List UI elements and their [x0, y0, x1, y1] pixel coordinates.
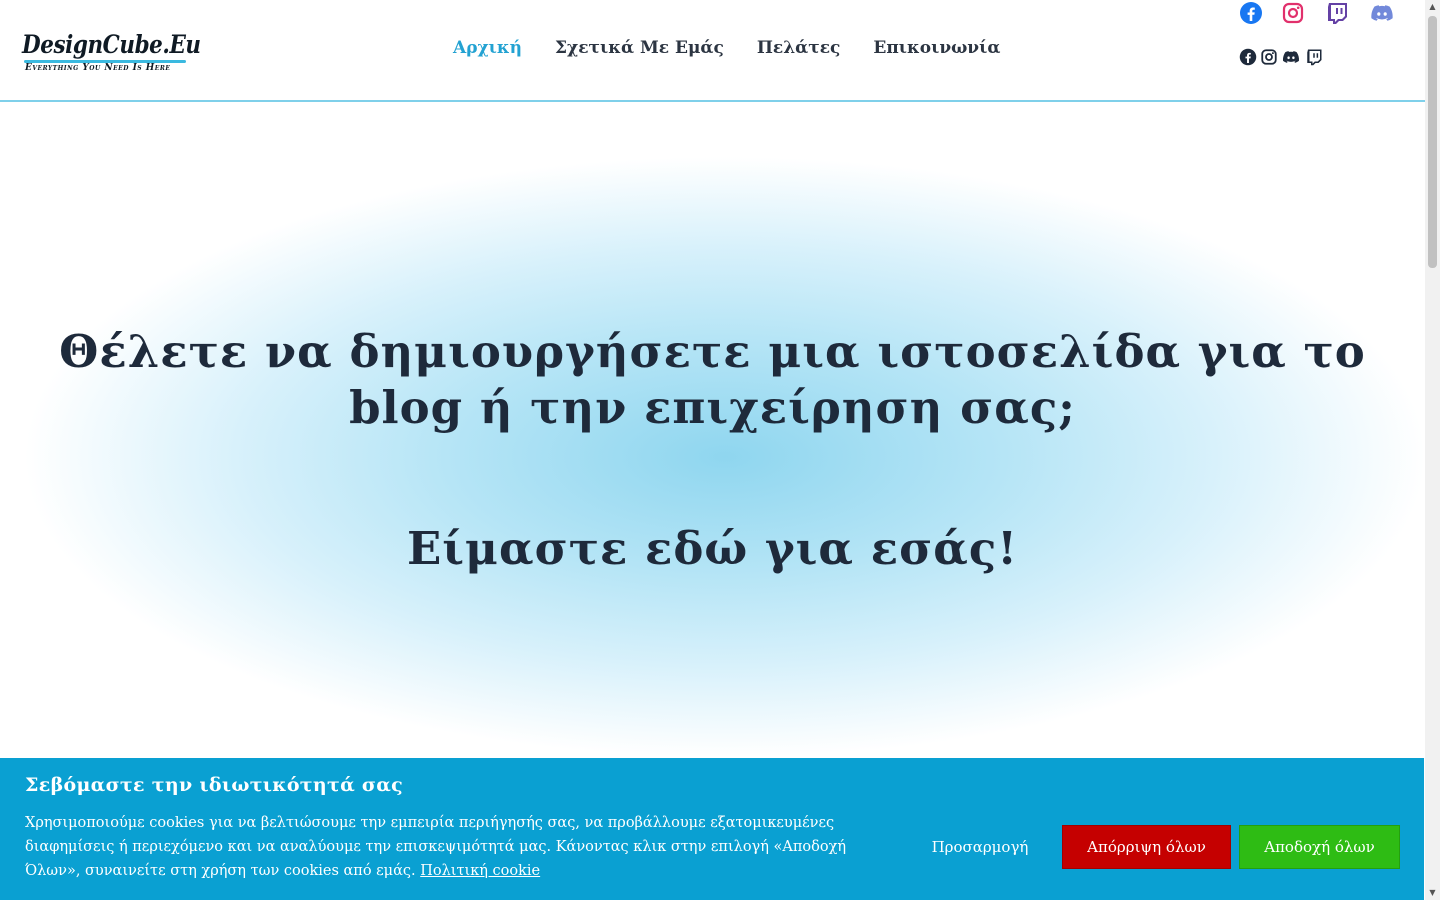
nav-item-home[interactable]: Αρχική — [453, 38, 522, 58]
hero-section: Θέλετε να δημιουργήσετε μια ιστοσελίδα γ… — [0, 102, 1425, 758]
discord-icon[interactable] — [1282, 48, 1300, 66]
hero-subtitle: Είμαστε εδώ για εσάς! — [406, 522, 1019, 575]
site-logo[interactable]: DesignCube.Eu Everything You Need Is Her… — [22, 30, 201, 76]
facebook-icon[interactable] — [1239, 48, 1257, 66]
reject-all-button[interactable]: Απόρριψη όλων — [1062, 825, 1231, 869]
twitch-icon[interactable] — [1325, 1, 1349, 25]
nav-item-about[interactable]: Σχετικά Με Εμάς — [555, 38, 724, 58]
instagram-icon[interactable] — [1260, 48, 1278, 66]
instagram-icon[interactable] — [1281, 1, 1305, 25]
scroll-up-arrow-icon[interactable]: ▲ — [1425, 0, 1440, 14]
hero-title-line1: Θέλετε να δημιουργήσετε μια ιστοσελίδα γ… — [59, 325, 1366, 378]
cookie-title: Σεβόμαστε την ιδιωτικότητά σας — [25, 774, 404, 796]
hero-title: Θέλετε να δημιουργήσετε μια ιστοσελίδα γ… — [0, 324, 1425, 436]
nav-item-clients[interactable]: Πελάτες — [757, 38, 841, 58]
facebook-icon[interactable] — [1239, 1, 1263, 25]
scroll-thumb[interactable] — [1428, 16, 1437, 268]
nav-item-contact[interactable]: Επικοινωνία — [873, 38, 1000, 58]
discord-icon[interactable] — [1370, 1, 1394, 25]
site-header: DesignCube.Eu Everything You Need Is Her… — [0, 0, 1425, 102]
cookie-consent-banner: Σεβόμαστε την ιδιωτικότητά σας Χρησιμοπο… — [0, 758, 1424, 900]
cookie-policy-link[interactable]: Πολιτική cookie — [420, 863, 540, 879]
accept-all-button[interactable]: Αποδοχή όλων — [1239, 825, 1400, 869]
cookie-text-block: Χρησιμοποιούμε cookies για να βελτιώσουμ… — [25, 811, 905, 883]
scroll-down-arrow-icon[interactable]: ▼ — [1425, 886, 1440, 900]
twitch-icon[interactable] — [1305, 48, 1323, 66]
logo-tagline: Everything You Need Is Here — [25, 63, 171, 73]
customize-button[interactable]: Προσαρμογή — [918, 825, 1042, 869]
logo-text: DesignCube.Eu — [22, 30, 201, 59]
main-nav: Αρχική Σχετικά Με Εμάς Πελάτες Επικοινων… — [453, 38, 1033, 58]
hero-title-line2: blog ή την επιχείρηση σας; — [349, 381, 1076, 434]
page-scrollbar[interactable]: ▲ ▼ — [1425, 0, 1440, 900]
